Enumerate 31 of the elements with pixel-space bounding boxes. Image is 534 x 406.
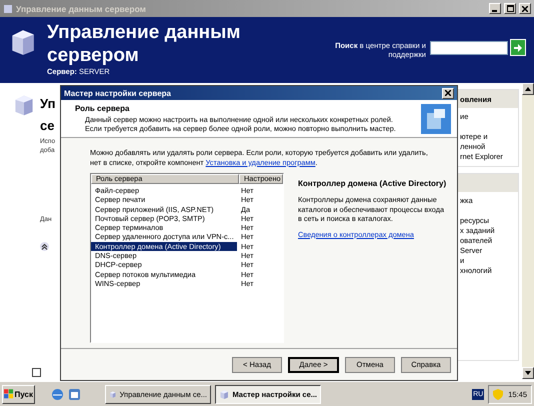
go-button[interactable] (510, 39, 526, 56)
server-icon (3, 4, 13, 14)
scroll-up-button[interactable] (522, 83, 534, 95)
maximize-button[interactable] (504, 3, 516, 14)
page-title: Управление данным сервером (47, 21, 242, 67)
wizard-heading: Роль сервера (75, 104, 130, 113)
windows-flag-icon (4, 389, 14, 399)
wizard-icon (421, 104, 451, 134)
window-title: Управление данным сервером (16, 4, 147, 14)
arrow-icon (513, 42, 523, 52)
server-icon (109, 388, 117, 400)
maximize-icon (506, 5, 514, 12)
search-field[interactable] (430, 41, 508, 55)
dialog-title: Мастер настройки сервера (64, 88, 172, 98)
browser-icon[interactable] (51, 388, 64, 400)
section-heading: се (40, 117, 56, 135)
close-icon (445, 90, 451, 96)
checkbox[interactable] (32, 368, 41, 377)
server-icon (219, 388, 230, 400)
up-triangle-icon (525, 87, 531, 91)
role-title: Контроллер домена (Active Directory) (298, 179, 448, 189)
minimize-button[interactable] (489, 3, 501, 14)
down-triangle-icon (525, 371, 531, 375)
section-heading: Уп (40, 95, 56, 113)
close-button[interactable] (519, 3, 531, 14)
window-icon[interactable] (68, 388, 81, 400)
collapse-icon[interactable] (40, 242, 49, 251)
close-button[interactable] (442, 88, 454, 98)
scroll-down-button[interactable] (522, 367, 534, 379)
start-button[interactable]: Пуск (2, 384, 35, 404)
close-icon (522, 6, 528, 12)
